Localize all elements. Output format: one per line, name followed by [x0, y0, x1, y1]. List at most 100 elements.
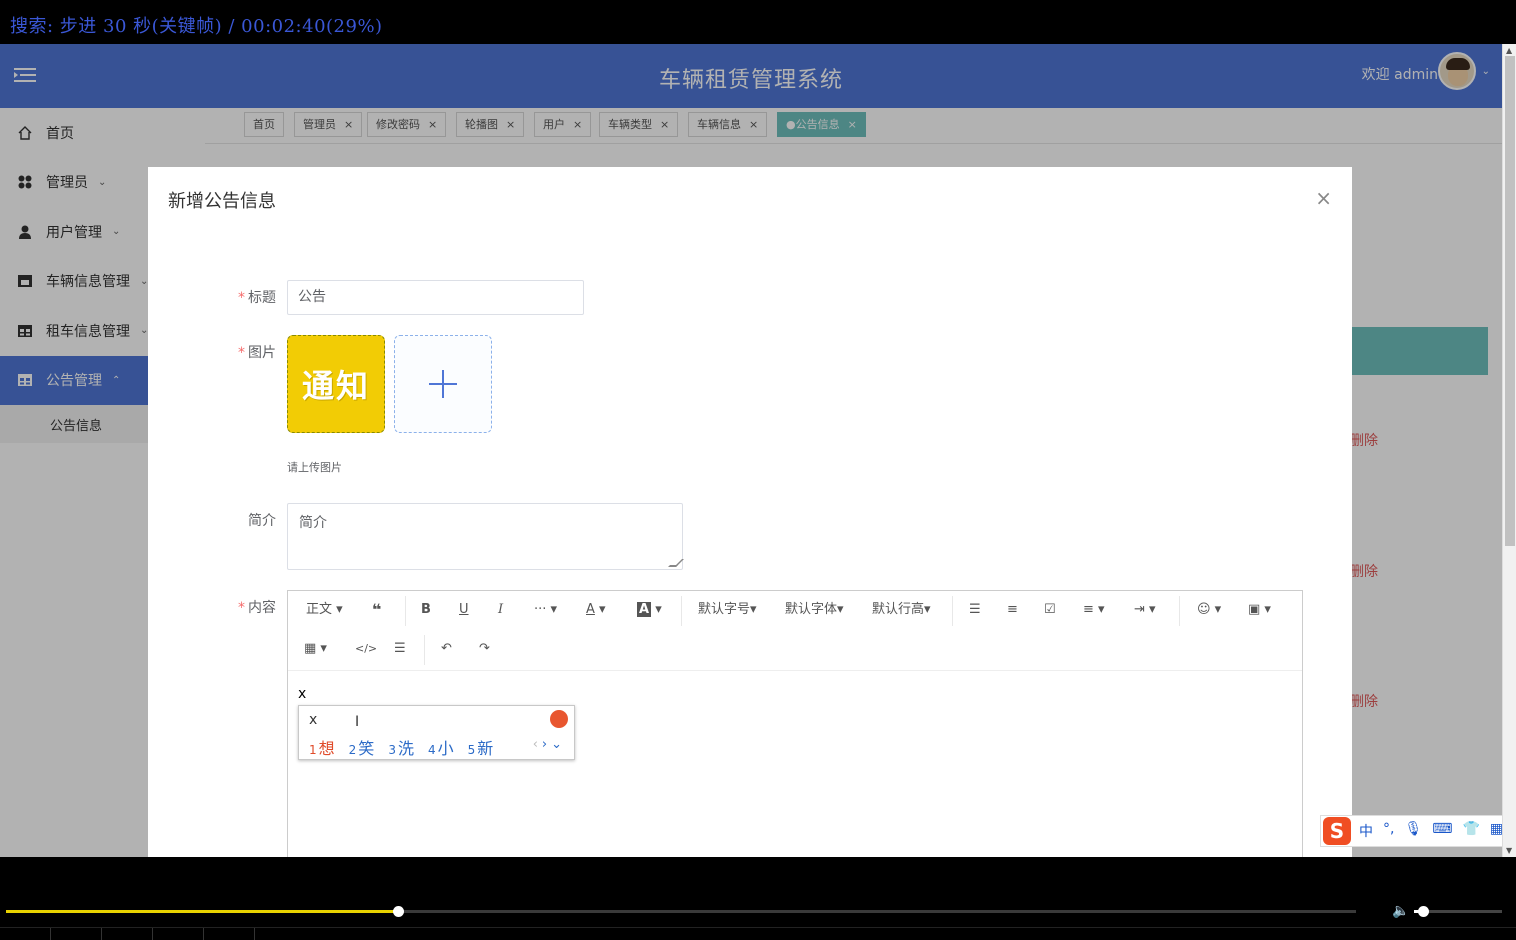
- chevron-left-icon[interactable]: ‹: [533, 737, 542, 752]
- italic-icon[interactable]: I: [498, 600, 503, 620]
- upload-tip: 请上传图片: [287, 461, 342, 474]
- required-mark: *: [238, 290, 245, 306]
- screen: 搜索: 步进 30 秒(关键帧) / 00:02:40(29%) 车辆租赁管理系…: [0, 0, 1516, 940]
- label-text: 内容: [248, 600, 276, 616]
- font-family-dropdown[interactable]: 默认字体▾: [785, 600, 844, 620]
- candidate-number: 2: [348, 743, 357, 757]
- volume-handle[interactable]: [1417, 906, 1429, 917]
- ime-candidate[interactable]: 2笑: [349, 735, 375, 759]
- plus-icon: [429, 370, 457, 398]
- candidate-text: 想: [318, 739, 335, 758]
- dropdown-label: 默认行高: [872, 602, 925, 617]
- app-window: 车辆租赁管理系统 欢迎 admin ⌄ 首页 管理员 ⌄ 用户管理 ⌄ 车辆信息…: [0, 44, 1502, 857]
- line-height-dropdown[interactable]: 默认行高▾: [872, 600, 931, 620]
- summary-text: 简介: [299, 515, 327, 531]
- ime-page-nav[interactable]: ‹›⌄: [533, 737, 566, 752]
- scroll-up-icon[interactable]: ▲: [1506, 46, 1512, 55]
- player-control-strip: [0, 927, 1516, 940]
- microphone-icon[interactable]: 🎙: [1404, 821, 1422, 841]
- ime-candidate[interactable]: 1想: [309, 735, 335, 759]
- title-input[interactable]: 公告: [287, 280, 584, 315]
- indent-icon[interactable]: ⇥ ▾: [1134, 600, 1156, 620]
- image-icon[interactable]: ▣ ▾: [1248, 600, 1271, 620]
- candidate-number: 5: [467, 743, 476, 757]
- dropdown-label: 正文: [306, 602, 333, 617]
- more-icon[interactable]: ··· ▾: [534, 600, 557, 620]
- upload-add-button[interactable]: [394, 335, 492, 433]
- scrollbar-thumb[interactable]: [1505, 56, 1515, 546]
- candidate-text: 洗: [397, 739, 414, 758]
- ime-status-items: 中 °, 🎙 ⌨ 👕 ▦: [1359, 821, 1503, 841]
- ime-candidate[interactable]: 5新: [468, 735, 494, 759]
- bold-icon[interactable]: B: [421, 600, 431, 620]
- scroll-down-icon[interactable]: ▼: [1506, 846, 1512, 855]
- seek-bar-fill: [6, 910, 398, 913]
- title-label: * 标题: [196, 287, 276, 307]
- ime-punctuation-toggle[interactable]: °,: [1383, 821, 1394, 841]
- sogou-logo-icon[interactable]: S: [1323, 817, 1351, 845]
- toolbar-divider: [424, 635, 425, 665]
- dropdown-label: 默认字体: [785, 602, 838, 617]
- editor-toolbar: 正文 ▾ ❝ B U I ··· ▾ A ▾ A ▾ 默认字号▾ 默认字体▾ 默…: [288, 591, 1302, 671]
- undo-icon[interactable]: ↶: [441, 639, 452, 659]
- font-color-icon[interactable]: A ▾: [586, 600, 606, 620]
- seek-bar-handle[interactable]: [392, 906, 404, 917]
- resize-handle[interactable]: [668, 559, 684, 567]
- chevron-down-icon[interactable]: ⌄: [551, 737, 566, 752]
- candidate-text: 新: [477, 739, 494, 758]
- control-divider: [254, 928, 255, 940]
- todo-icon[interactable]: ☑: [1044, 600, 1056, 620]
- control-divider: [101, 928, 102, 940]
- content-label: * 内容: [196, 597, 276, 617]
- underline-icon[interactable]: U: [459, 600, 469, 620]
- close-icon[interactable]: ×: [1315, 186, 1332, 210]
- emoji-icon[interactable]: ☺ ▾: [1197, 600, 1221, 620]
- keyboard-icon[interactable]: ⌨: [1432, 821, 1452, 841]
- code-icon[interactable]: </>: [355, 639, 377, 659]
- summary-label: 简介: [248, 513, 276, 529]
- candidate-text: 笑: [358, 739, 375, 758]
- align-icon[interactable]: ≡ ▾: [1083, 600, 1105, 620]
- ime-candidate-window: x I 1想 2笑 3洗 4小 5新 ‹›⌄: [298, 705, 575, 760]
- candidate-number: 4: [427, 743, 436, 757]
- redo-icon[interactable]: ↷: [479, 639, 490, 659]
- text-cursor-icon: I: [355, 714, 360, 730]
- ime-candidate[interactable]: 4小: [428, 735, 454, 759]
- editor-content[interactable]: x: [298, 686, 306, 702]
- page-scrollbar[interactable]: ▲ ▼: [1502, 44, 1516, 857]
- ime-typed-text: x: [309, 712, 318, 728]
- paragraph-dropdown[interactable]: 正文 ▾: [306, 600, 343, 620]
- font-size-dropdown[interactable]: 默认字号▾: [698, 600, 757, 620]
- toolbar-divider: [1179, 596, 1180, 626]
- table-icon[interactable]: ▦ ▾: [304, 639, 327, 659]
- seek-bar[interactable]: [6, 906, 1356, 917]
- chevron-right-icon[interactable]: ›: [542, 737, 551, 752]
- divider-icon[interactable]: ☰: [394, 639, 406, 659]
- label-text: 图片: [248, 345, 276, 361]
- summary-textarea[interactable]: 简介: [287, 503, 684, 570]
- ime-candidate[interactable]: 3洗: [388, 735, 414, 759]
- background-color-icon[interactable]: A ▾: [637, 600, 662, 620]
- candidate-number: 1: [309, 743, 317, 757]
- caret-down-icon: ▾: [336, 602, 343, 617]
- dialog-title: 新增公告信息: [168, 191, 276, 212]
- required-mark: *: [238, 345, 245, 361]
- required-mark: *: [238, 600, 245, 616]
- numbered-list-icon[interactable]: ≡: [1007, 600, 1018, 620]
- caret-down-icon: ▾: [750, 602, 757, 617]
- volume-icon[interactable]: 🔈: [1392, 903, 1409, 919]
- volume-slider[interactable]: [1414, 906, 1502, 917]
- control-divider: [50, 928, 51, 940]
- control-divider: [203, 928, 204, 940]
- caret-down-icon: ▾: [837, 602, 844, 617]
- label-text: 标题: [248, 290, 276, 306]
- skin-icon[interactable]: 👕: [1462, 821, 1479, 841]
- ime-skin-icon[interactable]: [550, 710, 568, 728]
- quote-icon[interactable]: ❝: [372, 600, 381, 620]
- image-label: * 图片: [196, 342, 276, 362]
- ime-language-toggle[interactable]: 中: [1359, 821, 1373, 841]
- toolbar-divider: [952, 596, 953, 626]
- toolbar-divider: [681, 596, 682, 626]
- bullet-list-icon[interactable]: ☰: [969, 600, 981, 620]
- uploaded-image-thumbnail[interactable]: 通知: [287, 335, 385, 433]
